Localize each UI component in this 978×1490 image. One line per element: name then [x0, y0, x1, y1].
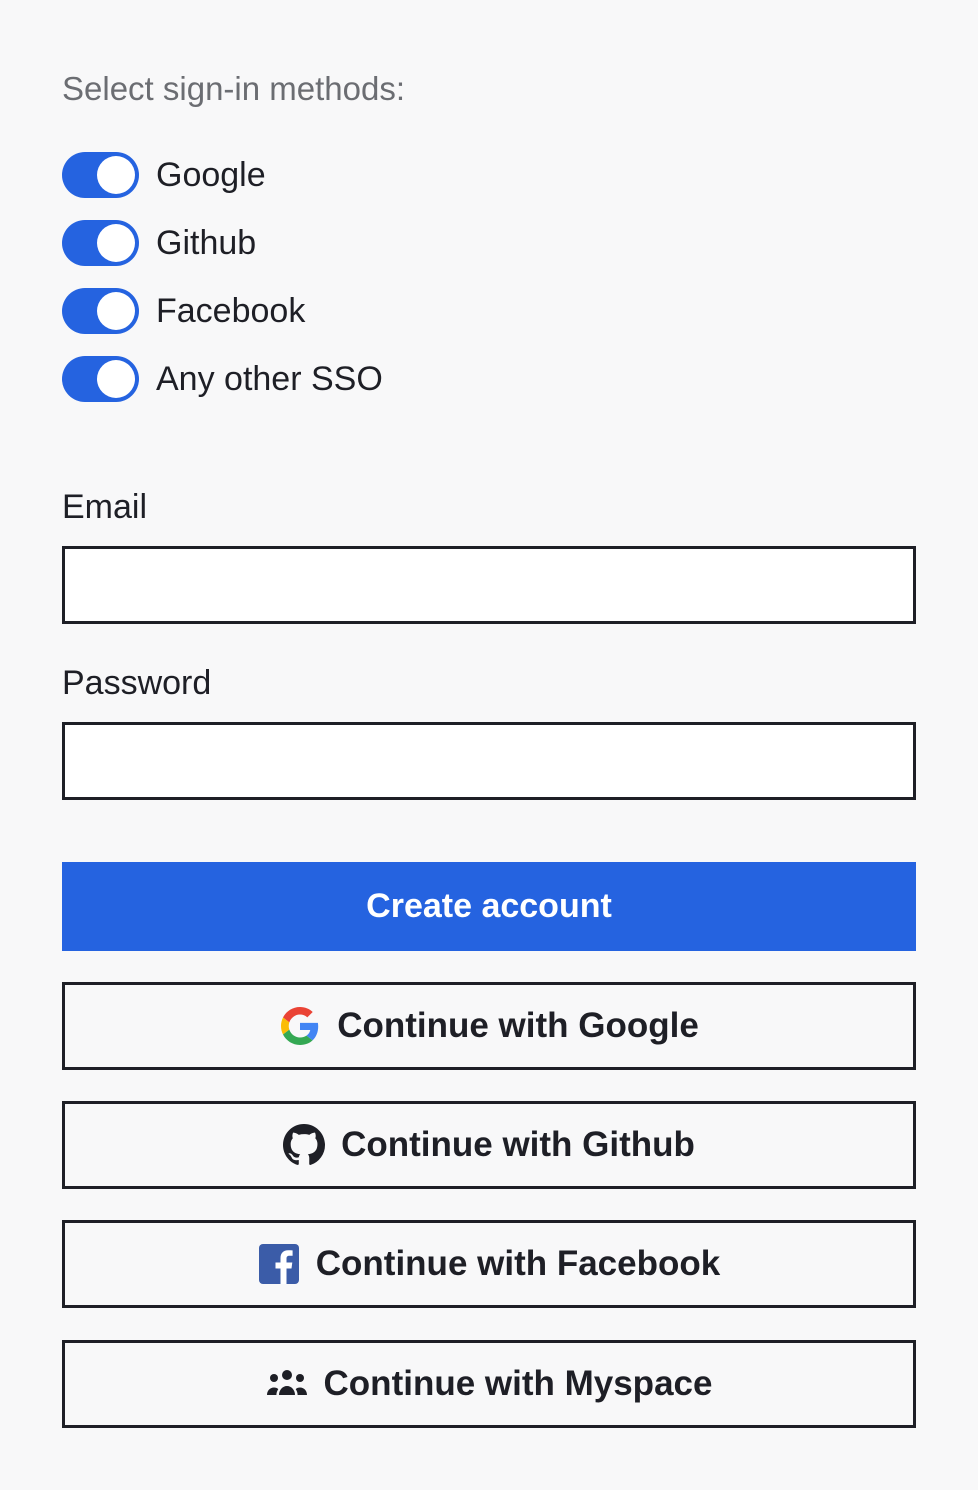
password-field[interactable] — [62, 722, 916, 800]
google-toggle[interactable] — [62, 152, 139, 198]
toggle-knob — [97, 224, 135, 262]
myspace-button-label: Continue with Myspace — [323, 1364, 713, 1403]
google-toggle-label: Google — [156, 156, 266, 194]
email-label: Email — [62, 488, 148, 526]
github-toggle-label: Github — [156, 224, 257, 262]
other-sso-toggle[interactable] — [62, 356, 139, 402]
google-icon — [279, 1005, 321, 1047]
facebook-toggle-label: Facebook — [156, 292, 306, 330]
myspace-icon — [266, 1363, 308, 1405]
facebook-icon — [258, 1243, 300, 1285]
facebook-toggle[interactable] — [62, 288, 139, 334]
method-row-facebook: Facebook — [62, 287, 305, 335]
continue-with-myspace-button[interactable]: Continue with Myspace — [62, 1340, 916, 1428]
method-row-google: Google — [62, 151, 266, 199]
email-field[interactable] — [62, 546, 916, 624]
signup-panel: Select sign-in methods: Google Github Fa… — [0, 0, 978, 1490]
google-button-label: Continue with Google — [337, 1006, 699, 1045]
other-sso-toggle-label: Any other SSO — [156, 360, 383, 398]
github-icon — [283, 1124, 326, 1166]
sign-in-methods-title: Select sign-in methods: — [62, 70, 406, 107]
toggle-knob — [97, 156, 135, 194]
github-toggle[interactable] — [62, 220, 139, 266]
toggle-knob — [97, 292, 135, 330]
facebook-button-label: Continue with Facebook — [315, 1244, 721, 1283]
toggle-knob — [97, 360, 135, 398]
continue-with-github-button[interactable]: Continue with Github — [62, 1101, 916, 1189]
method-row-other-sso: Any other SSO — [62, 355, 383, 403]
password-label: Password — [62, 664, 212, 702]
github-button-label: Continue with Github — [341, 1125, 695, 1164]
continue-with-facebook-button[interactable]: Continue with Facebook — [62, 1220, 916, 1308]
method-row-github: Github — [62, 219, 256, 267]
create-account-button[interactable]: Create account — [62, 862, 916, 951]
continue-with-google-button[interactable]: Continue with Google — [62, 982, 916, 1070]
